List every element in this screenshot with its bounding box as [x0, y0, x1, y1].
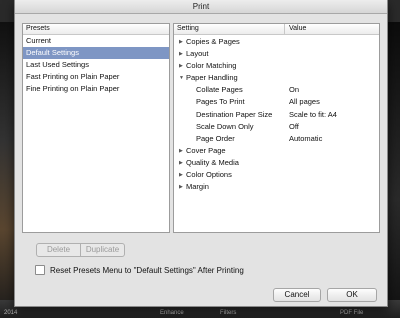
disclosure-closed-icon[interactable]: ▶: [179, 60, 183, 72]
preset-item[interactable]: Default Settings: [23, 47, 169, 59]
setting-label: Margin: [186, 182, 209, 192]
dialog-title: Print: [15, 0, 387, 14]
setting-section-row[interactable]: ▶ Color Matching: [174, 60, 379, 72]
setting-value: Automatic: [289, 133, 323, 143]
setting-value: On: [289, 85, 300, 95]
setting-section-row[interactable]: ▶ Copies & Pages: [174, 36, 379, 48]
background-photo-left: [0, 22, 14, 318]
value-column-header[interactable]: Value: [289, 24, 306, 34]
setting-label: Collate Pages: [196, 85, 243, 95]
presets-header: Presets: [23, 24, 169, 35]
setting-detail-row[interactable]: Collate Pages On: [174, 84, 379, 96]
background-photo-right: [386, 22, 400, 318]
duplicate-button[interactable]: Duplicate: [80, 244, 124, 256]
setting-detail-row[interactable]: Destination Paper Size Scale to fit: A4: [174, 109, 379, 121]
disclosure-open-icon[interactable]: ▼: [179, 72, 184, 84]
setting-value: Off: [289, 121, 299, 131]
settings-panel: Setting Value ▶ Copies & Pages ▶ Layout ▶ Col…: [173, 23, 380, 233]
background-enhance: Enhance: [160, 310, 184, 316]
background-filters: Filters: [220, 310, 237, 316]
setting-detail-row[interactable]: Scale Down Only Off: [174, 121, 379, 133]
background-year: 2014: [4, 310, 18, 316]
disclosure-closed-icon[interactable]: ▶: [179, 181, 183, 193]
setting-section-row[interactable]: ▶ Layout: [174, 48, 379, 60]
preset-actions: Delete Duplicate: [36, 243, 125, 257]
preset-item[interactable]: Fine Printing on Plain Paper: [23, 83, 169, 95]
delete-button[interactable]: Delete: [37, 244, 80, 256]
setting-label: Paper Handling: [186, 73, 238, 83]
preset-item[interactable]: Last Used Settings: [23, 59, 169, 71]
reset-presets-checkbox[interactable]: [35, 265, 45, 275]
setting-label: Pages To Print: [196, 97, 245, 107]
print-dialog: Print Presets Current Default Settings Las…: [14, 0, 388, 307]
disclosure-closed-icon[interactable]: ▶: [179, 169, 183, 181]
setting-label: Scale Down Only: [196, 121, 254, 131]
disclosure-closed-icon[interactable]: ▶: [179, 145, 183, 157]
presets-panel: Presets Current Default Settings Last Used…: [22, 23, 170, 233]
settings-header: Setting Value: [174, 24, 379, 35]
setting-label: Destination Paper Size: [196, 109, 273, 119]
disclosure-closed-icon[interactable]: ▶: [179, 36, 183, 48]
setting-value: Scale to fit: A4: [289, 109, 337, 119]
settings-tree: ▶ Copies & Pages ▶ Layout ▶ Color Matching ▼ Pa…: [174, 35, 379, 193]
setting-column-header[interactable]: Setting: [177, 25, 199, 32]
presets-list: Current Default Settings Last Used Setting…: [23, 35, 169, 95]
setting-label: Quality & Media: [186, 157, 239, 167]
disclosure-closed-icon[interactable]: ▶: [179, 157, 183, 169]
setting-label: Color Options: [186, 170, 232, 180]
setting-section-row[interactable]: ▶ Margin: [174, 181, 379, 193]
setting-label: Color Matching: [186, 61, 237, 71]
reset-presets-label: Reset Presets Menu to "Default Settings"…: [50, 265, 244, 275]
setting-section-row[interactable]: ▶ Color Options: [174, 169, 379, 181]
setting-label: Page Order: [196, 133, 235, 143]
setting-label: Copies & Pages: [186, 37, 240, 46]
setting-section-row[interactable]: ▶ Quality & Media: [174, 157, 379, 169]
reset-presets-row[interactable]: Reset Presets Menu to "Default Settings"…: [35, 265, 244, 275]
cancel-button[interactable]: Cancel: [273, 288, 321, 302]
setting-value: All pages: [289, 97, 320, 107]
disclosure-closed-icon[interactable]: ▶: [179, 48, 183, 60]
ok-button[interactable]: OK: [327, 288, 377, 302]
background-pdf: PDF File: [340, 310, 364, 316]
setting-label: Cover Page: [186, 145, 226, 155]
setting-section-row[interactable]: ▶ Cover Page: [174, 145, 379, 157]
setting-section-row[interactable]: ▼ Paper Handling: [174, 72, 379, 84]
setting-detail-row[interactable]: Pages To Print All pages: [174, 96, 379, 108]
setting-detail-row[interactable]: Page Order Automatic: [174, 133, 379, 145]
preset-item[interactable]: Current: [23, 35, 169, 47]
preset-item[interactable]: Fast Printing on Plain Paper: [23, 71, 169, 83]
setting-label: Layout: [186, 49, 209, 59]
